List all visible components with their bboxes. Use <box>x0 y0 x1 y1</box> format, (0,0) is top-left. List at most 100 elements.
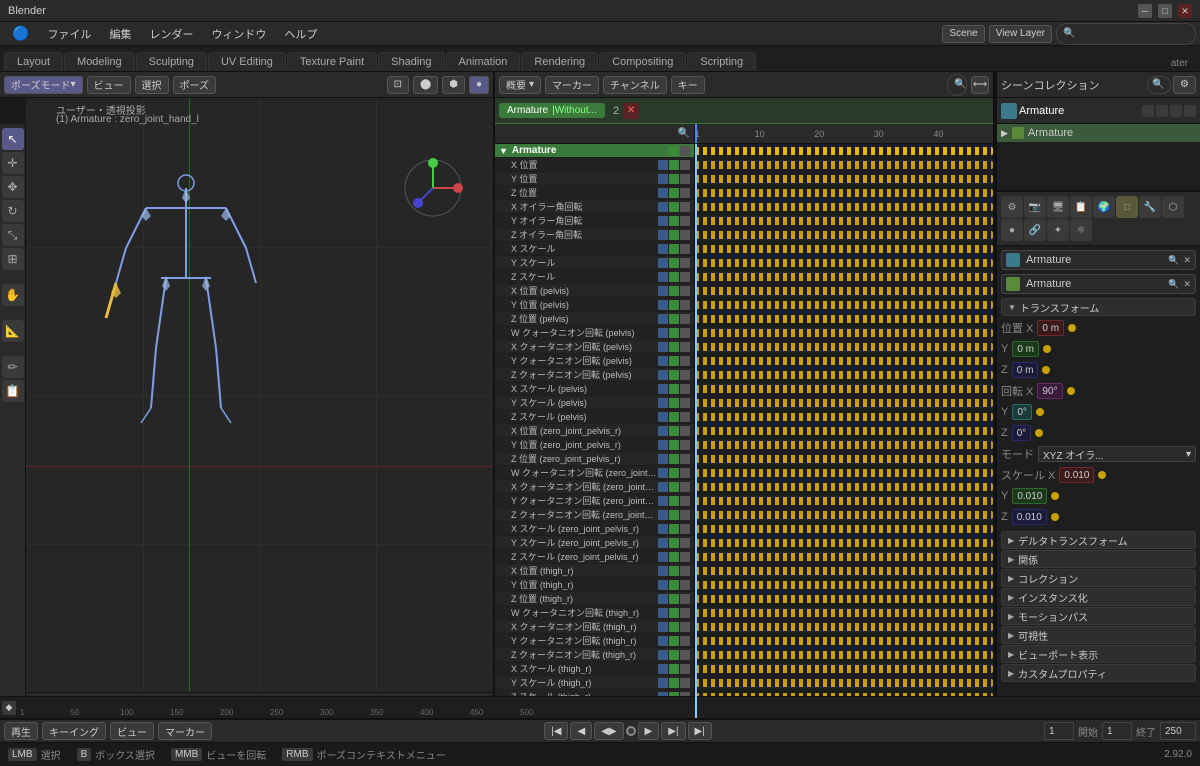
minimize-btn[interactable]: ─ <box>1138 4 1152 18</box>
shading-solid[interactable]: ⬤ <box>413 76 438 94</box>
section-header[interactable]: ▶ コレクション <box>1001 569 1196 587</box>
tool-grab[interactable]: ✋ <box>2 284 24 306</box>
shading-material[interactable]: ⬢ <box>442 76 465 94</box>
tab-modeling[interactable]: Modeling <box>64 52 135 71</box>
rotation-y-keyframe-dot[interactable] <box>1036 408 1044 416</box>
channel-row[interactable]: X クォータニオン回転 (zero_joint_pelvis_r) <box>495 480 694 494</box>
outliner-filter-btn[interactable]: ⚙ <box>1173 76 1196 94</box>
location-x-field[interactable]: 0 m <box>1037 320 1064 336</box>
keyframe-row[interactable] <box>695 508 993 522</box>
close-btn[interactable]: ✕ <box>1178 4 1192 18</box>
pose-mode-dropdown[interactable]: ポーズモード ▾ <box>4 76 83 94</box>
prop-constraint-icon[interactable]: 🔗 <box>1024 219 1046 241</box>
tab-animation[interactable]: Animation <box>446 52 521 71</box>
location-y-keyframe-dot[interactable] <box>1043 345 1051 353</box>
keyframe-row[interactable] <box>695 592 993 606</box>
menu-window[interactable]: ウィンドウ <box>203 24 274 44</box>
channel-row[interactable]: Z 位置 (pelvis) <box>495 312 694 326</box>
section-header[interactable]: ▶ 関係 <box>1001 550 1196 568</box>
rotation-x-keyframe-dot[interactable] <box>1067 387 1075 395</box>
section-header[interactable]: ▶ ビューポート表示 <box>1001 645 1196 663</box>
tool-move[interactable]: ✥ <box>2 176 24 198</box>
keyframe-row[interactable] <box>695 228 993 242</box>
prop-modifier-icon[interactable]: 🔧 <box>1139 196 1161 218</box>
timeline-keying-btn[interactable]: キーイング <box>42 722 106 740</box>
channel-row[interactable]: Y 位置 (zero_joint_pelvis_r) <box>495 438 694 452</box>
keyframe-row[interactable] <box>695 662 993 676</box>
channel-row[interactable]: X 位置 (pelvis) <box>495 284 694 298</box>
view-menu[interactable]: ビュー <box>87 76 131 94</box>
transform-header[interactable]: ▼ トランスフォーム <box>1001 298 1196 316</box>
channel-lock-icon[interactable] <box>680 146 690 156</box>
keyframe-row[interactable] <box>695 354 993 368</box>
armature-label[interactable]: Armature |Without... <box>499 103 605 118</box>
channel-row[interactable]: Z クォータニオン回転 (pelvis) <box>495 368 694 382</box>
keyframe-row[interactable] <box>695 144 993 158</box>
scale-x-keyframe-dot[interactable] <box>1098 471 1106 479</box>
channel-row[interactable]: X スケール (pelvis) <box>495 382 694 396</box>
section-header[interactable]: ▶ デルタトランスフォーム <box>1001 531 1196 549</box>
keyframe-row[interactable] <box>695 424 993 438</box>
pose-menu[interactable]: ポーズ <box>173 76 217 94</box>
channel-row[interactable]: X クォータニオン回転 (pelvis) <box>495 340 694 354</box>
tab-rendering[interactable]: Rendering <box>521 52 598 71</box>
location-y-field[interactable]: 0 m <box>1012 341 1039 357</box>
keyframe-row[interactable] <box>695 564 993 578</box>
tool-transform[interactable]: ⊞ <box>2 248 24 270</box>
scale-z-keyframe-dot[interactable] <box>1051 513 1059 521</box>
channel-row[interactable]: Y 位置 <box>495 172 694 186</box>
keyframe-row[interactable] <box>695 242 993 256</box>
play-dot[interactable] <box>626 726 636 736</box>
global-search[interactable]: 🔍 <box>1056 23 1196 45</box>
navigation-gizmo[interactable]: X Y Z <box>403 158 463 218</box>
section-header[interactable]: ▶ 可視性 <box>1001 626 1196 644</box>
keyframe-row[interactable] <box>695 270 993 284</box>
keyframe-row[interactable] <box>695 256 993 270</box>
rotation-z-keyframe-dot[interactable] <box>1035 429 1043 437</box>
channel-row[interactable]: Z スケール (pelvis) <box>495 410 694 424</box>
tab-sculpting[interactable]: Sculpting <box>136 52 207 71</box>
rotation-x-field[interactable]: 90° <box>1037 383 1062 399</box>
channel-row[interactable]: Z スケール <box>495 270 694 284</box>
eye-icon[interactable] <box>1142 105 1154 117</box>
channel-row[interactable]: Z クォータニオン回転 (thigh_r) <box>495 648 694 662</box>
channel-vis-icon[interactable] <box>668 146 678 156</box>
keyframe-row[interactable] <box>695 550 993 564</box>
channel-row[interactable]: X スケール <box>495 242 694 256</box>
tab-compositing[interactable]: Compositing <box>599 52 686 71</box>
tool-select[interactable]: ↖ <box>2 128 24 150</box>
select-icon[interactable] <box>1170 105 1182 117</box>
ds-key-btn[interactable]: キー <box>671 76 705 94</box>
prop-data-icon[interactable]: ⬡ <box>1162 196 1184 218</box>
prop-object-icon[interactable]: □ <box>1116 196 1138 218</box>
keyframe-row[interactable] <box>695 466 993 480</box>
channel-row[interactable]: X 位置 (zero_joint_pelvis_r) <box>495 424 694 438</box>
channel-row[interactable]: Y クォータニオン回転 (thigh_r) <box>495 634 694 648</box>
dopesheet-search[interactable]: 🔍 <box>947 74 967 96</box>
current-frame-field[interactable]: 1 <box>1044 722 1074 740</box>
keyframe-row[interactable] <box>695 298 993 312</box>
keyframe-row[interactable] <box>695 340 993 354</box>
tool-rotate[interactable]: ↻ <box>2 200 24 222</box>
tool-scale[interactable]: ⤡ <box>2 224 24 246</box>
channel-row[interactable]: W クォータニオン回転 (zero_joint_pelvis_r) <box>495 466 694 480</box>
channel-row[interactable]: Z クォータニオン回転 (zero_joint_pelvis_r) <box>495 508 694 522</box>
channel-armature[interactable]: ▼ Armature <box>495 144 694 158</box>
hide-icon[interactable] <box>1184 105 1196 117</box>
frame-start-field[interactable]: 1 <box>1102 722 1132 740</box>
channel-row[interactable]: Y スケール (thigh_r) <box>495 676 694 690</box>
select-menu[interactable]: 選択 <box>135 76 169 94</box>
channel-row[interactable]: X スケール (zero_joint_pelvis_r) <box>495 522 694 536</box>
prev-frame-btn[interactable]: ◀ <box>570 722 592 740</box>
keyframe-row[interactable] <box>695 200 993 214</box>
channel-row[interactable]: Y スケール (pelvis) <box>495 396 694 410</box>
keyframe-row[interactable] <box>695 396 993 410</box>
ds-channel-btn[interactable]: チャンネル <box>603 76 667 94</box>
scale-x-field[interactable]: 0.010 <box>1059 467 1094 483</box>
keyframe-row[interactable] <box>695 634 993 648</box>
location-z-field[interactable]: 0 m <box>1012 362 1039 378</box>
filter-close-btn[interactable]: ✕ <box>623 103 639 119</box>
play-reverse-btn[interactable]: ◀▶ <box>594 722 623 740</box>
jump-end-btn[interactable]: ▶| <box>688 722 712 740</box>
prop-render-icon[interactable]: 📷 <box>1024 196 1046 218</box>
